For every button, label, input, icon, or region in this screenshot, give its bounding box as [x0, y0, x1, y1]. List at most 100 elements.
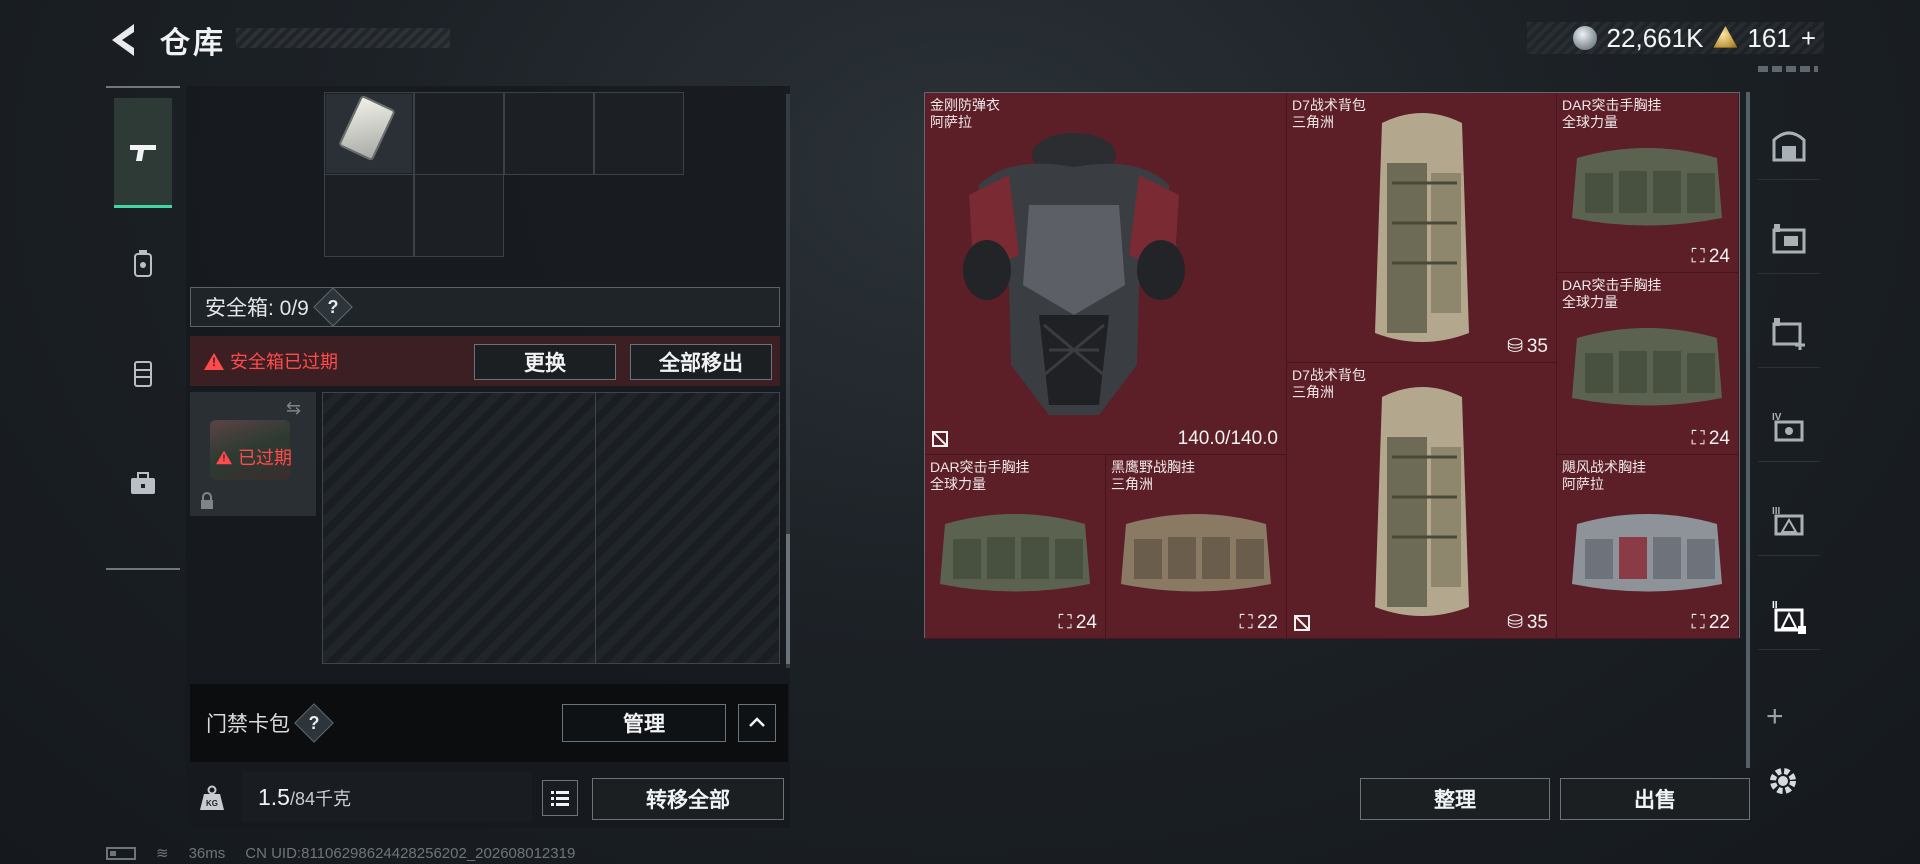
item-capacity: ⛶ 24 — [1058, 612, 1097, 633]
weight-display: 1.5 /84千克 — [242, 772, 532, 822]
rig-capacity-icon: ⛶ — [1691, 612, 1705, 633]
status-line: ≋ 36ms CN UID:81106298624428256202_20260… — [106, 844, 575, 862]
backpack-icon — [1375, 387, 1469, 616]
inventory-scrollbar[interactable] — [786, 94, 790, 668]
item-name: DAR突击手胸挂 — [1562, 97, 1662, 113]
chevron-up-icon — [749, 717, 765, 727]
item-name: 黑鹰野战胸挂 — [1111, 459, 1195, 475]
uid-text: CN UID:81106298624428256202_202608012319 — [245, 844, 576, 862]
stash-item-rig[interactable]: 黑鹰野战胸挂 三角洲 ⛶ 22 — [1106, 455, 1287, 639]
add-gold-button[interactable]: + — [1801, 23, 1816, 54]
ping-value: 36ms — [188, 844, 226, 862]
item-capacity: ⛁ 35 — [1506, 611, 1548, 634]
slot-divider — [595, 393, 596, 663]
stash-iii-icon: III — [1772, 506, 1804, 535]
decoration-stripes — [1758, 66, 1818, 72]
gold-coin-icon — [1713, 26, 1738, 48]
backpack-capacity-icon: ⛁ — [1506, 612, 1523, 633]
stash-page-safe[interactable] — [1758, 110, 1820, 180]
item-origin: 全球力量 — [930, 476, 986, 492]
item-origin: 三角洲 — [1292, 384, 1334, 400]
backpack-icon — [1375, 113, 1469, 342]
item-name: DAR突击手胸挂 — [1562, 277, 1662, 293]
stash-page-3[interactable]: III — [1758, 486, 1820, 556]
expired-message: 安全箱已过期 — [230, 352, 338, 372]
remove-all-button[interactable]: 全部移出 — [630, 344, 772, 380]
grid-cell[interactable] — [504, 92, 594, 175]
wifi-icon: ≋ — [156, 845, 169, 862]
swap-button[interactable]: 更换 — [474, 344, 616, 380]
bomb-icon — [134, 250, 152, 277]
stash-page-4[interactable]: IV — [1758, 392, 1820, 462]
safebox-header: 安全箱: 0/9 ? — [190, 287, 780, 327]
item-name: 金刚防弹衣 — [930, 97, 1000, 113]
sort-button[interactable]: 整理 — [1360, 778, 1550, 820]
manage-button[interactable]: 管理 — [562, 704, 726, 742]
stash-page-current[interactable]: II — [1758, 580, 1820, 650]
stash-item-rig[interactable]: DAR突击手胸挂 全球力量 ⛶ 24 — [925, 455, 1106, 639]
pocket-item[interactable] — [326, 94, 412, 173]
stash-item-armor[interactable]: 金刚防弹衣 阿萨拉 140.0/140.0 — [925, 93, 1287, 455]
item-capacity: ⛁ 35 — [1506, 335, 1548, 358]
back-arrow-icon — [112, 24, 134, 56]
item-capacity: ⛶ 22 — [1239, 612, 1278, 633]
stash-item-rig[interactable]: 飓风战术胸挂 阿萨拉 ⛶ 22 — [1557, 455, 1739, 639]
chest-rig-icon — [1121, 514, 1271, 592]
grid-cell[interactable] — [324, 174, 414, 257]
safebox-help-button[interactable]: ? — [313, 287, 353, 327]
chest-rig-icon — [1572, 148, 1722, 226]
keycard-help-button[interactable]: ? — [294, 703, 334, 743]
rig-capacity-icon: ⛶ — [1239, 612, 1253, 633]
item-origin: 全球力量 — [1562, 114, 1618, 130]
stash-page-nav: IV III II — [1758, 110, 1820, 650]
nav-gear[interactable] — [114, 428, 172, 538]
title-decoration — [236, 28, 450, 48]
grid-cell[interactable] — [414, 92, 504, 175]
backpack-capacity-icon: ⛁ — [1506, 336, 1523, 357]
nav-weapons[interactable] — [114, 98, 172, 208]
folder-stash-icon — [1772, 223, 1806, 253]
item-origin: 三角洲 — [1292, 114, 1334, 130]
vest-icon — [134, 361, 152, 387]
stash-item-backpack[interactable]: D7战术背包 三角洲 ⛁ 35 — [1287, 363, 1557, 639]
toolbox-icon — [131, 472, 155, 494]
gold-amount: 161 — [1747, 22, 1791, 53]
lock-icon — [201, 492, 213, 509]
stash-item-rig[interactable]: DAR突击手胸挂 全球力量 ⛶ 24 — [1557, 273, 1739, 455]
pistol-icon — [130, 144, 156, 161]
keycard-label: 门禁卡包 — [206, 713, 290, 736]
grid-cell[interactable] — [414, 174, 504, 257]
page-title: 仓库 — [160, 27, 226, 60]
stash-page-2[interactable] — [1758, 298, 1820, 368]
battery-icon — [106, 846, 136, 860]
nav-explosives[interactable] — [114, 208, 172, 318]
item-name: DAR突击手胸挂 — [930, 459, 1030, 475]
nav-armor[interactable] — [114, 318, 172, 428]
currency-display: 22,661K 161 + — [1526, 22, 1824, 54]
stash-add-icon — [1772, 317, 1805, 350]
grid-cell[interactable] — [594, 92, 684, 175]
silver-coin-icon — [1572, 26, 1597, 50]
current-weight: 1.5 — [258, 784, 290, 810]
safebox-label: 安全箱: 0/9 — [205, 297, 309, 320]
stash-grid: 金刚防弹衣 阿萨拉 140.0/140.0 D7战术背包 三角洲 ⛁ 35 DA… — [924, 92, 1740, 639]
stash-page-1[interactable] — [1758, 204, 1820, 274]
stash-item-rig[interactable]: DAR突击手胸挂 全球力量 ⛶ 24 — [1557, 93, 1739, 273]
chest-rig-icon — [1572, 514, 1722, 592]
transfer-all-button[interactable]: 转移全部 — [592, 778, 784, 820]
sell-button[interactable]: 出售 — [1560, 778, 1750, 820]
swap-arrows-icon[interactable]: ⇆ — [286, 398, 301, 419]
no-trade-icon — [932, 431, 948, 447]
stash-item-backpack[interactable]: D7战术背包 三角洲 ⛁ 35 — [1287, 93, 1557, 363]
warning-icon — [204, 352, 224, 370]
item-name: D7战术背包 — [1292, 97, 1366, 113]
add-stash-page-button[interactable]: + — [1766, 700, 1784, 734]
back-button[interactable] — [104, 18, 148, 62]
list-view-button[interactable] — [542, 780, 578, 816]
collapse-button[interactable] — [738, 704, 776, 742]
item-name: D7战术背包 — [1292, 367, 1366, 383]
stash-iv-icon: IV — [1772, 412, 1804, 441]
item-capacity: ⛶ 24 — [1691, 246, 1730, 267]
stash-scrollbar[interactable] — [1746, 92, 1750, 768]
settings-gear-icon[interactable] — [1764, 762, 1802, 800]
